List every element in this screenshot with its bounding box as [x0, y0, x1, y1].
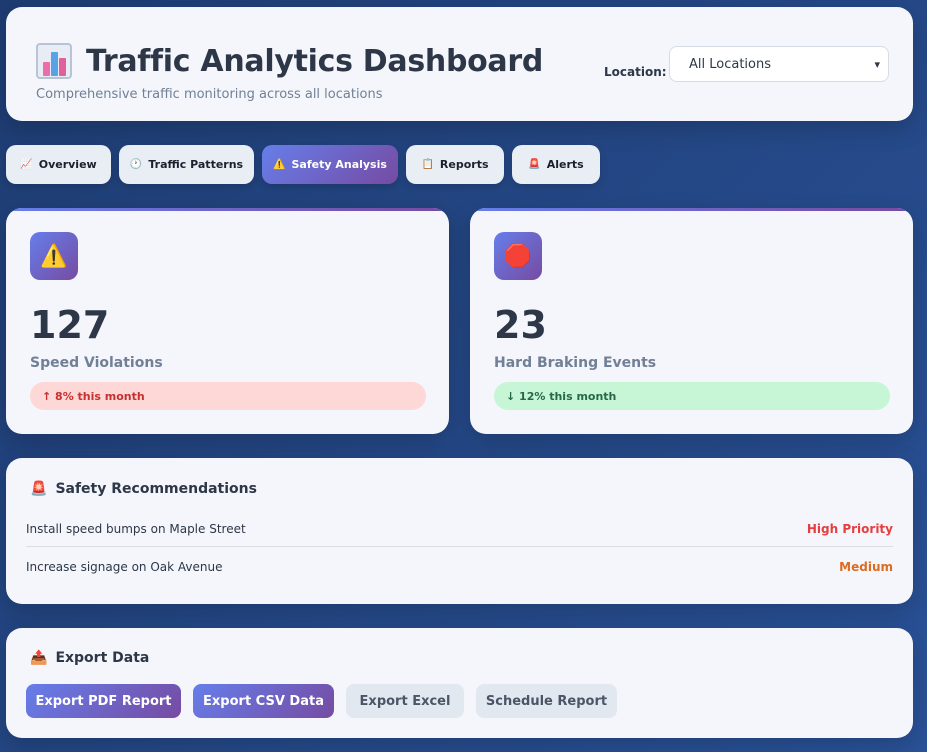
warning-icon: ⚠️: [273, 159, 286, 170]
section-title-text: Export Data: [55, 650, 150, 666]
recommendation-text: Install speed bumps on Maple Street: [26, 521, 246, 536]
section-title-text: Safety Recommendations: [55, 481, 257, 497]
location-label: Location:: [604, 65, 667, 79]
page-title: Traffic Analytics Dashboard: [86, 43, 544, 79]
export-csv-button[interactable]: Export CSV Data: [193, 684, 334, 718]
list-item: Increase signage on Oak Avenue Medium: [26, 549, 893, 585]
siren-icon: 🚨: [528, 159, 541, 170]
page-subtitle: Comprehensive traffic monitoring across …: [36, 87, 383, 102]
stat-value: 23: [494, 303, 547, 347]
chart-up-icon: 📈: [20, 159, 33, 170]
schedule-report-button[interactable]: Schedule Report: [476, 684, 617, 718]
safety-recommendations-panel: 🚨 Safety Recommendations Install speed b…: [6, 458, 913, 604]
tab-safety-analysis[interactable]: ⚠️ Safety Analysis: [262, 145, 398, 184]
clock-icon: 🕐: [129, 159, 143, 170]
tab-label: Alerts: [546, 158, 584, 171]
dashboard-header: Traffic Analytics Dashboard Comprehensiv…: [6, 7, 913, 121]
location-select[interactable]: All Locations ▾: [669, 46, 889, 82]
tab-overview[interactable]: 📈 Overview: [6, 145, 111, 184]
priority-badge: High Priority: [806, 521, 893, 536]
export-pdf-button[interactable]: Export PDF Report: [26, 684, 181, 718]
export-data-panel: 📤 Export Data Export PDF Report Export C…: [6, 628, 913, 738]
section-title: 🚨 Safety Recommendations: [30, 481, 257, 497]
chevron-down-icon: ▾: [874, 58, 880, 71]
priority-badge: Medium: [839, 560, 893, 574]
stat-card-speed-violations: ⚠️ 127 Speed Violations ↑ 8% this month: [6, 208, 449, 434]
bar-chart-icon: [36, 43, 72, 79]
section-title: 📤 Export Data: [30, 650, 149, 666]
outbox-icon: 📤: [30, 650, 48, 666]
tab-alerts[interactable]: 🚨 Alerts: [512, 145, 600, 184]
stat-card-hard-braking: 🛑 23 Hard Braking Events ↓ 12% this mont…: [470, 208, 913, 434]
stat-value: 127: [30, 303, 110, 347]
stop-sign-icon: 🛑: [494, 232, 542, 280]
siren-icon: 🚨: [30, 481, 48, 497]
tab-label: Reports: [439, 158, 489, 171]
location-select-value: All Locations: [689, 56, 772, 72]
stat-label: Hard Braking Events: [494, 355, 657, 371]
warning-icon: ⚠️: [30, 232, 78, 280]
clipboard-icon: 📋: [421, 159, 434, 170]
tab-label: Safety Analysis: [291, 158, 387, 171]
trend-badge: ↓ 12% this month: [494, 382, 890, 410]
tab-label: Traffic Patterns: [148, 158, 244, 171]
stat-label: Speed Violations: [30, 355, 163, 371]
title-row: Traffic Analytics Dashboard: [36, 43, 543, 79]
tab-reports[interactable]: 📋 Reports: [406, 145, 504, 184]
tab-traffic-patterns[interactable]: 🕐 Traffic Patterns: [119, 145, 254, 184]
list-item: Install speed bumps on Maple Street High…: [26, 511, 893, 547]
trend-badge: ↑ 8% this month: [30, 382, 426, 410]
export-excel-button[interactable]: Export Excel: [346, 684, 464, 718]
recommendation-text: Increase signage on Oak Avenue: [26, 560, 223, 574]
tab-label: Overview: [38, 158, 97, 171]
